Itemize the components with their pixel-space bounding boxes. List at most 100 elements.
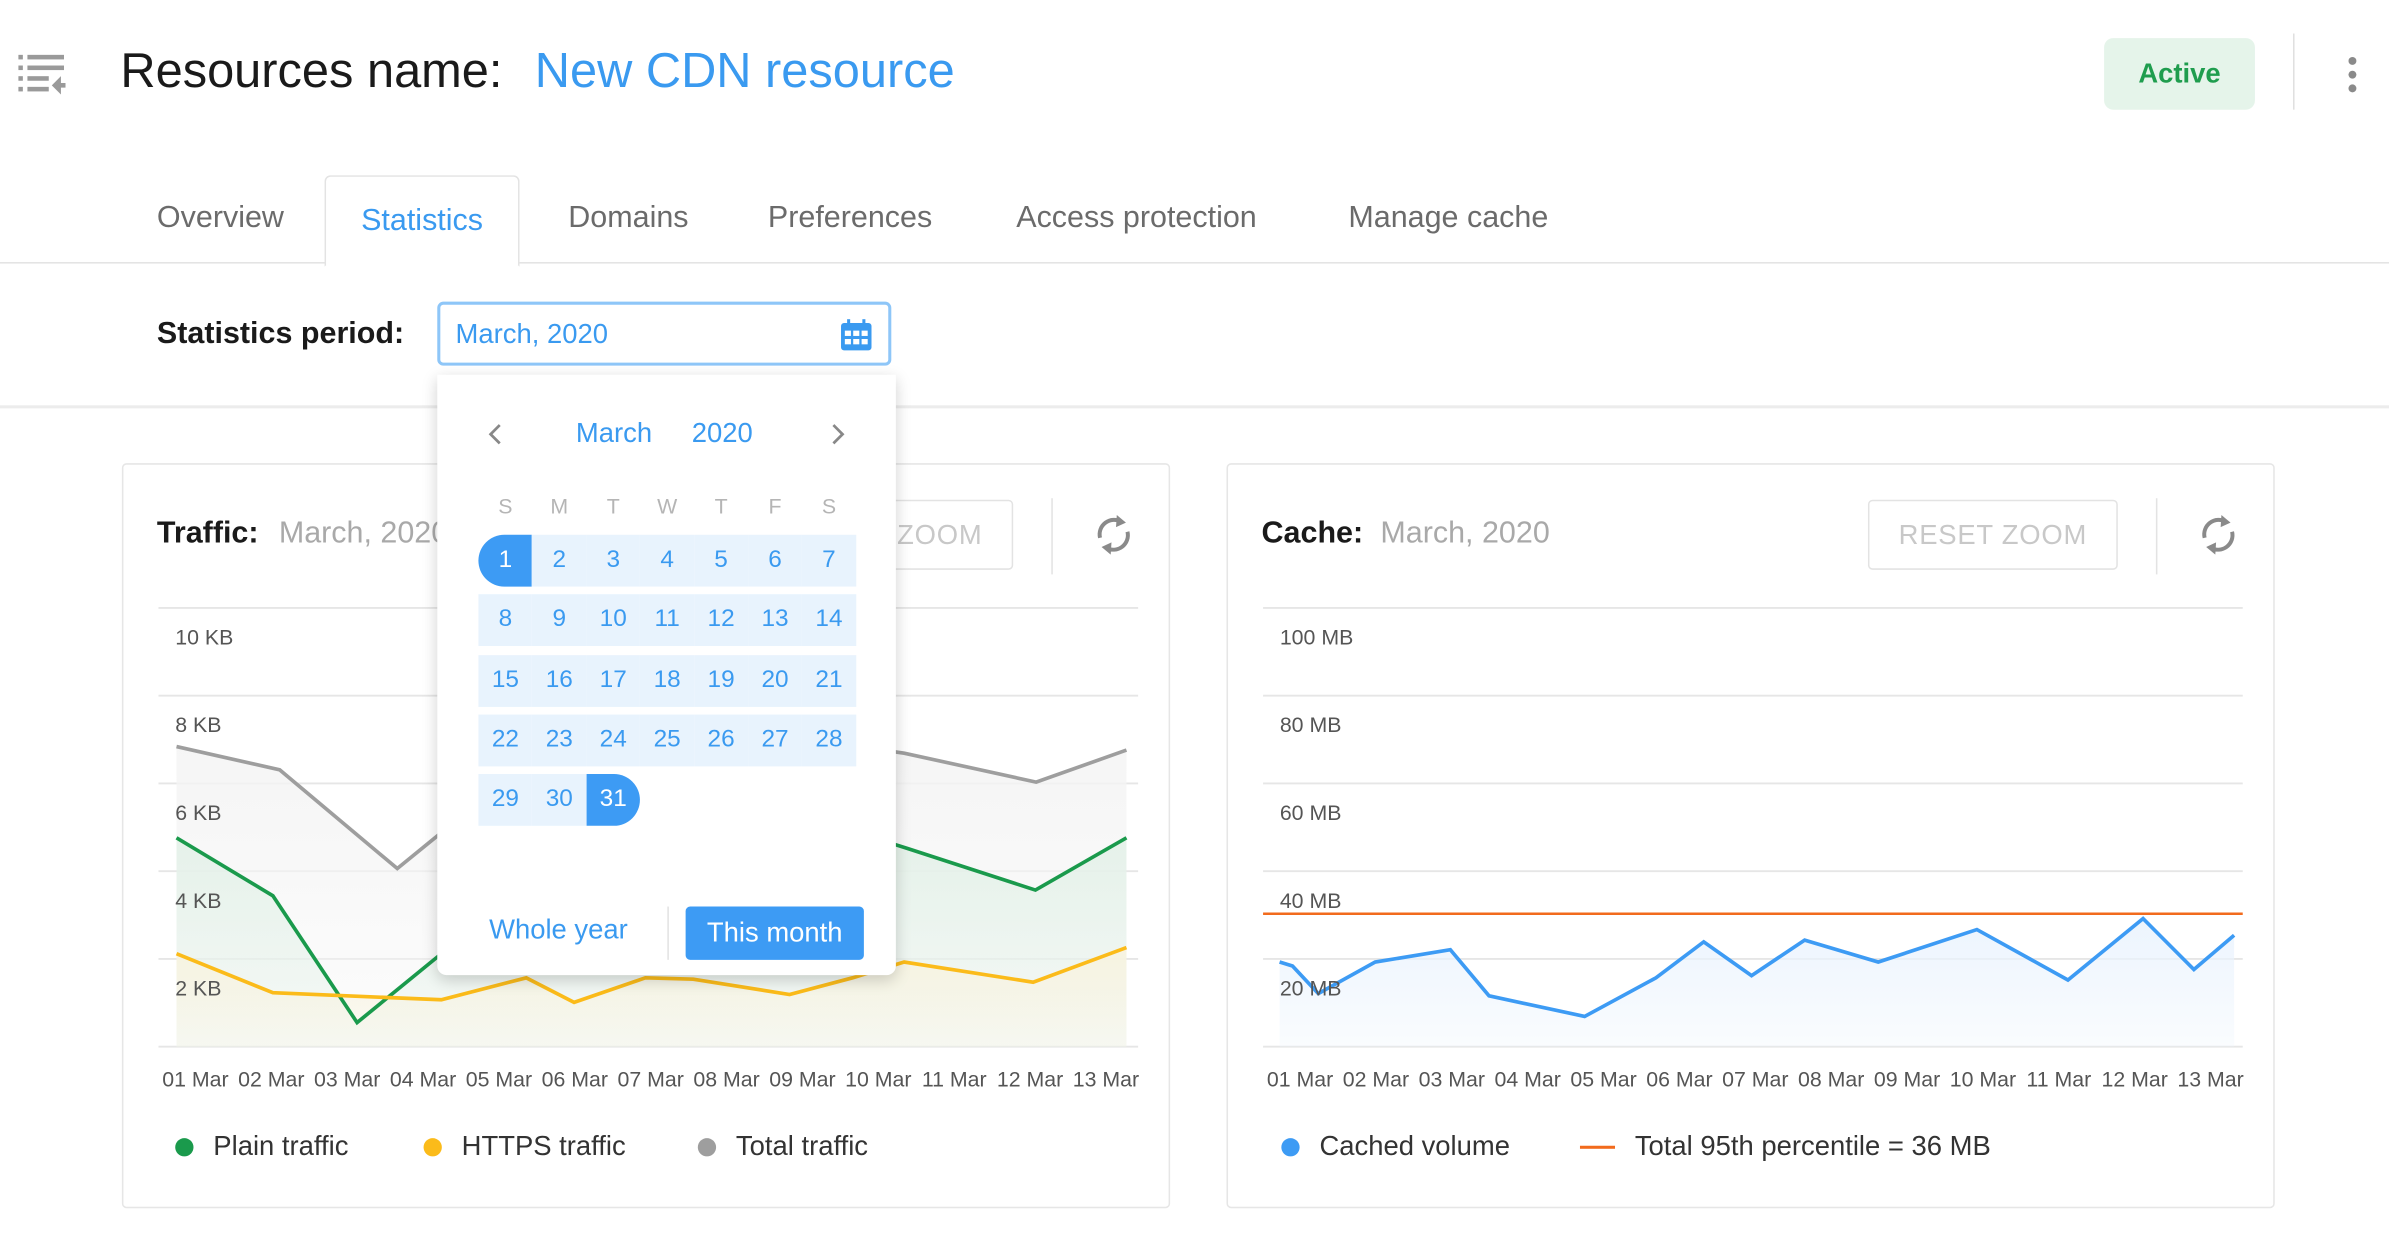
legend-label: Cached volume: [1319, 1130, 1511, 1161]
x-tick-label: 11 Mar: [2026, 1067, 2091, 1091]
calendar-day[interactable]: 31: [586, 774, 641, 827]
calendar-year[interactable]: 2020: [692, 417, 753, 449]
calendar-day[interactable]: 2: [532, 534, 587, 587]
calendar-day[interactable]: 23: [532, 714, 587, 767]
calendar-day[interactable]: 7: [802, 534, 856, 587]
weekday-label: M: [550, 493, 569, 519]
calendar-day[interactable]: 26: [694, 714, 749, 767]
cache-chart[interactable]: 100 MB 80 MB 60 MB 40 MB 20 MB 01 Mar 02 Mar 03…: [1228, 465, 2276, 1210]
calendar-day[interactable]: 15: [478, 654, 533, 707]
calendar-day[interactable]: 30: [532, 774, 587, 827]
cache-card: Cache: March, 2020 RESET ZOOM 100 MB 80 M…: [1226, 463, 2276, 1210]
legend-dot-icon: [697, 1137, 717, 1156]
tab-preferences[interactable]: Preferences: [768, 175, 932, 262]
legend-plain-traffic[interactable]: Plain traffic: [175, 1131, 348, 1163]
calendar-day[interactable]: 17: [586, 654, 641, 707]
x-tick-label: 13 Mar: [2177, 1067, 2243, 1091]
y-tick-label: 60 MB: [1280, 801, 1342, 825]
x-tick-label: 04 Mar: [1495, 1067, 1561, 1091]
tab-overview[interactable]: Overview: [157, 175, 284, 262]
whole-year-button[interactable]: Whole year: [489, 914, 628, 946]
y-tick-label: 80 MB: [1280, 713, 1342, 737]
y-tick-label: 8 KB: [175, 713, 221, 737]
tab-statistics[interactable]: Statistics: [324, 175, 520, 267]
legend-dot-icon: [175, 1137, 194, 1156]
statistics-period-input[interactable]: March, 2020: [437, 301, 892, 366]
calendar-icon[interactable]: [840, 318, 874, 352]
legend-line-icon: [1579, 1144, 1616, 1149]
x-tick-label: 04 Mar: [390, 1067, 456, 1091]
legend-total-traffic[interactable]: Total traffic: [697, 1130, 869, 1163]
legend-95th-percentile[interactable]: Total 95th percentile = 36 MB: [1579, 1131, 1991, 1163]
calendar-day[interactable]: 11: [640, 594, 695, 647]
y-tick-label: 20 MB: [1280, 977, 1342, 1001]
this-month-button[interactable]: This month: [685, 906, 864, 960]
y-tick-label: 100 MB: [1280, 625, 1354, 649]
x-tick-label: 05 Mar: [466, 1067, 532, 1091]
header-divider: [2293, 33, 2295, 110]
chevron-left-icon[interactable]: [488, 424, 503, 445]
calendar-day[interactable]: 27: [748, 714, 803, 767]
y-tick-label: 2 KB: [175, 977, 221, 1001]
calendar-day[interactable]: 22: [478, 714, 533, 767]
calendar-day[interactable]: 3: [586, 534, 641, 587]
calendar-day[interactable]: 4: [640, 534, 695, 587]
status-badge: Active: [2104, 38, 2255, 110]
x-tick-label: 10 Mar: [1950, 1067, 2016, 1091]
calendar-day[interactable]: 5: [694, 534, 749, 587]
x-tick-label: 08 Mar: [1798, 1067, 1864, 1091]
x-tick-label: 01 Mar: [1267, 1067, 1333, 1091]
calendar-day[interactable]: 18: [640, 654, 695, 707]
menu-collapse-icon[interactable]: [18, 52, 67, 98]
calendar-day[interactable]: 10: [586, 594, 641, 647]
calendar-day[interactable]: 29: [478, 774, 533, 827]
x-tick-label: 02 Mar: [238, 1067, 304, 1091]
weekday-label: S: [498, 493, 513, 519]
legend-dot-icon: [423, 1137, 442, 1156]
x-tick-label: 12 Mar: [997, 1067, 1063, 1091]
legend-https-traffic[interactable]: HTTPS traffic: [423, 1131, 626, 1163]
x-tick-label: 07 Mar: [618, 1067, 684, 1091]
tab-domains[interactable]: Domains: [568, 175, 688, 262]
calendar-day[interactable]: 1: [478, 534, 533, 587]
legend-label: Total traffic: [735, 1130, 869, 1161]
x-tick-label: 06 Mar: [542, 1067, 608, 1091]
calendar-day[interactable]: 16: [532, 654, 587, 707]
date-picker-popup: March 2020 SMTWTFS 1 2 3 4 5 6 7 8 9 10 11 12 13 14 15…: [437, 374, 896, 976]
popup-divider: [667, 906, 669, 960]
calendar-day[interactable]: 21: [802, 654, 856, 707]
calendar-day[interactable]: 24: [586, 714, 641, 767]
kebab-menu-icon[interactable]: [2342, 55, 2363, 95]
tab-access-protection[interactable]: Access protection: [1016, 175, 1257, 262]
y-tick-label: 4 KB: [175, 889, 221, 913]
calendar-day[interactable]: 12: [694, 594, 749, 647]
calendar-day[interactable]: 19: [694, 654, 749, 707]
y-tick-label: 6 KB: [175, 801, 221, 825]
x-tick-label: 13 Mar: [1073, 1067, 1139, 1091]
x-tick-label: 09 Mar: [1874, 1067, 1940, 1091]
series-area-cached-volume: [1279, 918, 2235, 1047]
calendar-day[interactable]: 14: [802, 594, 856, 647]
x-tick-label: 03 Mar: [314, 1067, 380, 1091]
y-tick-label: 40 MB: [1280, 889, 1342, 913]
calendar-day[interactable]: 20: [748, 654, 803, 707]
x-tick-label: 11 Mar: [922, 1067, 987, 1091]
calendar-day[interactable]: 13: [748, 594, 803, 647]
calendar-month[interactable]: March: [576, 417, 652, 449]
period-value: March, 2020: [455, 317, 609, 349]
legend-cached-volume[interactable]: Cached volume: [1281, 1131, 1510, 1163]
chevron-right-icon[interactable]: [830, 424, 845, 445]
x-tick-label: 08 Mar: [693, 1067, 759, 1091]
calendar-day[interactable]: 28: [802, 714, 856, 767]
calendar-day[interactable]: 6: [748, 534, 803, 587]
x-tick-label: 10 Mar: [845, 1067, 911, 1091]
calendar-day[interactable]: 9: [532, 594, 587, 647]
x-tick-label: 09 Mar: [769, 1067, 835, 1091]
calendar-day[interactable]: 8: [478, 594, 533, 647]
calendar-day[interactable]: 25: [640, 714, 695, 767]
section-divider: [0, 405, 2389, 409]
x-tick-label: 01 Mar: [162, 1067, 228, 1091]
tab-manage-cache[interactable]: Manage cache: [1348, 175, 1548, 262]
legend-dot-icon: [1281, 1137, 1300, 1156]
x-tick-label: 07 Mar: [1722, 1067, 1788, 1091]
